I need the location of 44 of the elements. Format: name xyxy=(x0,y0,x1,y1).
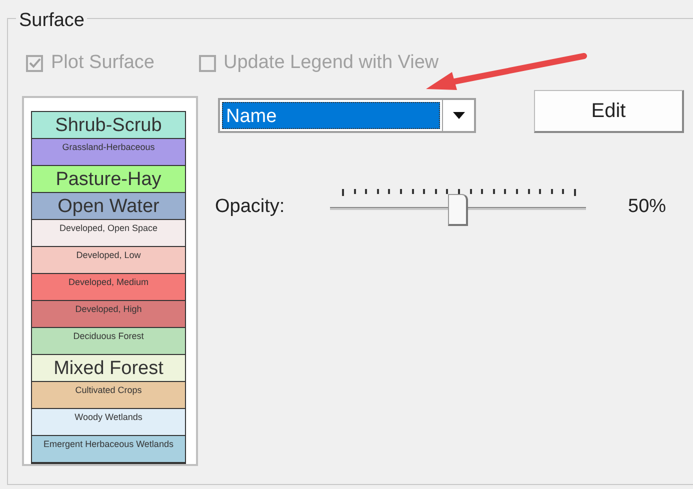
tick-mark xyxy=(354,188,356,194)
dropdown-value: Name xyxy=(222,102,440,128)
name-dropdown[interactable]: Name xyxy=(218,98,476,132)
tick-mark xyxy=(539,188,542,194)
opacity-value: 50% xyxy=(628,195,666,220)
tick-mark xyxy=(550,188,553,194)
tick-mark xyxy=(528,188,530,194)
tick-mark xyxy=(446,188,448,194)
caret-icon xyxy=(452,112,464,118)
legend-entry: Woody Wetlands xyxy=(32,408,185,436)
slider-thumb[interactable] xyxy=(448,194,468,226)
tick-mark xyxy=(516,188,518,194)
legend-entry: Open Water xyxy=(32,192,185,220)
tick-mark xyxy=(434,188,437,194)
legend-entry: Developed, Low xyxy=(32,246,185,274)
legend-entry: Mixed Forest xyxy=(32,354,185,382)
opacity-label: Opacity: xyxy=(215,195,286,220)
legend-entry: Developed, Open Space xyxy=(32,220,185,246)
legend-entry: Developed, Medium xyxy=(32,274,185,300)
tick-mark xyxy=(458,188,460,194)
tick-mark xyxy=(376,188,379,194)
legend-entry: Shrub-Scrub xyxy=(32,112,185,138)
legend-entry: Deciduous Forest xyxy=(32,328,185,354)
legend-entry: Emergent Herbaceous Wetlands xyxy=(32,436,185,462)
tick-mark xyxy=(423,188,426,194)
legend-entry: Grassland-Herbaceous xyxy=(32,138,185,166)
tick-mark xyxy=(388,188,390,194)
tick-mark xyxy=(412,188,414,194)
legend-entry: Cultivated Crops xyxy=(32,382,185,408)
checkmark-icon xyxy=(28,57,40,70)
tick-mark xyxy=(470,188,472,194)
tick-mark xyxy=(342,188,344,196)
edit-button[interactable]: Edit xyxy=(534,90,684,132)
checkbox-label: Update Legend with View xyxy=(224,51,439,75)
tick-mark xyxy=(562,188,564,194)
tick-mark xyxy=(481,188,484,194)
tick-mark xyxy=(574,188,576,196)
legend-entry: Developed, High xyxy=(32,300,185,328)
legend-entry: Pasture-Hay xyxy=(32,166,185,192)
tick-mark xyxy=(400,188,402,194)
tick-mark xyxy=(365,188,368,194)
tick-mark xyxy=(504,188,506,194)
tick-mark xyxy=(492,188,495,194)
checkbox-label: Plot Surface xyxy=(51,51,154,75)
